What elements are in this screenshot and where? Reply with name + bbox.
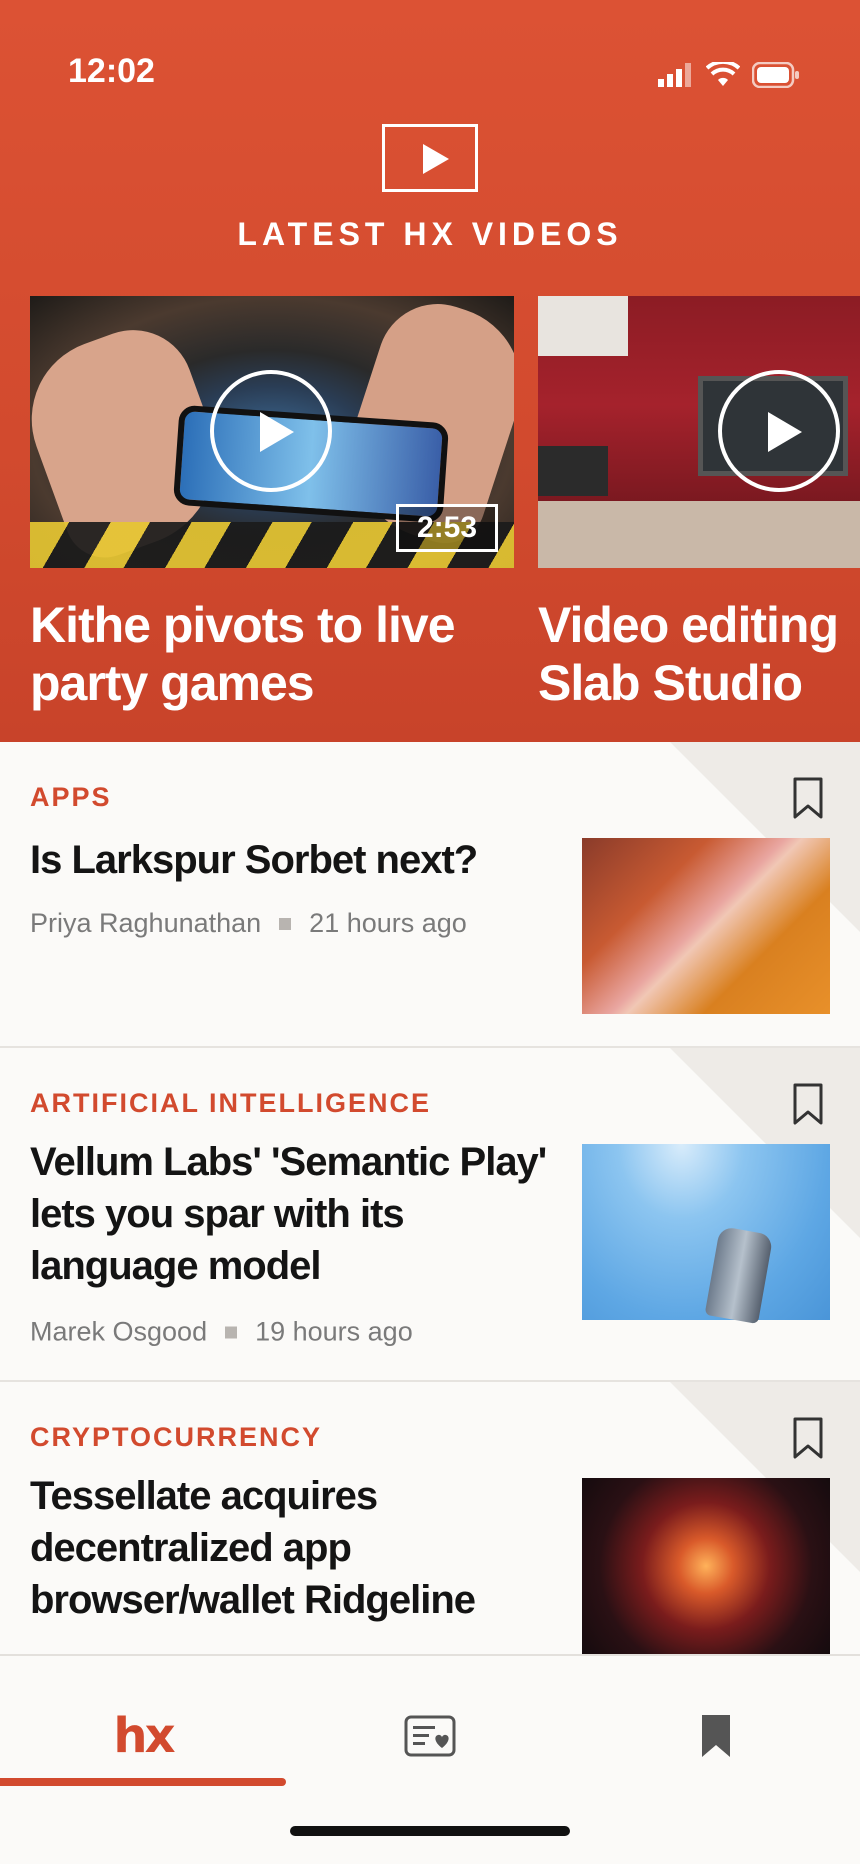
article-category[interactable]: CRYPTOCURRENCY — [30, 1422, 322, 1453]
play-icon[interactable] — [210, 370, 332, 492]
article-headline[interactable]: Vellum Labs' 'Semantic Play' lets you sp… — [30, 1136, 550, 1292]
article-item[interactable]: ARTIFICIAL INTELLIGENCE Vellum Labs' 'Se… — [0, 1048, 860, 1382]
separator-icon — [225, 1326, 238, 1338]
article-meta: Marek Osgood 19 hours ago — [30, 1317, 413, 1348]
separator-icon — [279, 917, 292, 930]
active-tab-indicator — [0, 1778, 286, 1786]
article-time: 19 hours ago — [255, 1316, 413, 1347]
article-author: Priya Raghunathan — [30, 908, 262, 938]
play-icon[interactable] — [718, 370, 840, 492]
status-time: 12:02 — [68, 52, 155, 90]
signal-icon — [658, 63, 691, 87]
article-category[interactable]: ARTIFICIAL INTELLIGENCE — [30, 1088, 431, 1119]
bookmark-icon[interactable] — [792, 1082, 824, 1126]
video-card[interactable]: 2:53 Kithe pivots to live party games — [30, 296, 514, 712]
video-thumbnail[interactable]: 2:53 — [30, 296, 514, 568]
tab-bookmarks[interactable] — [573, 1696, 859, 1776]
newsletter-icon — [404, 1715, 456, 1757]
article-item[interactable]: APPS Is Larkspur Sorbet next? Priya Ragh… — [0, 742, 860, 1048]
section-title: LATEST HX VIDEOS — [237, 216, 623, 252]
article-author: Marek Osgood — [30, 1316, 208, 1347]
article-thumbnail[interactable] — [582, 1144, 830, 1325]
tab-bar: hx — [0, 1654, 860, 1864]
article-meta: Priya Raghunathan 21 hours ago — [30, 908, 467, 939]
home-indicator[interactable] — [290, 1826, 570, 1836]
video-title[interactable]: Kithe pivots to live party games — [30, 596, 514, 712]
wifi-icon — [706, 62, 740, 86]
article-time: 21 hours ago — [309, 908, 467, 938]
article-item[interactable]: CRYPTOCURRENCY Tessellate acquires decen… — [0, 1382, 860, 1654]
video-duration: 2:53 — [395, 504, 498, 552]
article-category[interactable]: APPS — [30, 782, 112, 813]
tab-newsletters[interactable] — [287, 1696, 573, 1776]
video-title[interactable]: Video editing Slab Studio — [538, 596, 860, 712]
article-headline[interactable]: Is Larkspur Sorbet next? — [30, 834, 550, 886]
video-card[interactable]: Video editing Slab Studio — [538, 296, 860, 712]
battery-icon — [752, 62, 799, 88]
article-thumbnail[interactable] — [582, 838, 830, 1014]
bookmark-icon — [702, 1715, 730, 1757]
article-headline[interactable]: Tessellate acquires decentralized app br… — [30, 1470, 550, 1626]
bookmark-icon[interactable] — [792, 1416, 824, 1460]
video-section-icon — [382, 124, 478, 192]
tab-home[interactable]: hx — [0, 1696, 286, 1776]
bookmark-icon[interactable] — [792, 776, 824, 820]
video-hero: 12:02 LATEST HX VIDEOS 2:53 Kithe pivots… — [0, 0, 860, 742]
status-icons — [658, 62, 800, 88]
video-thumbnail[interactable] — [538, 296, 860, 568]
article-thumbnail[interactable] — [582, 1478, 830, 1654]
hx-logo-icon: hx — [113, 1708, 175, 1764]
